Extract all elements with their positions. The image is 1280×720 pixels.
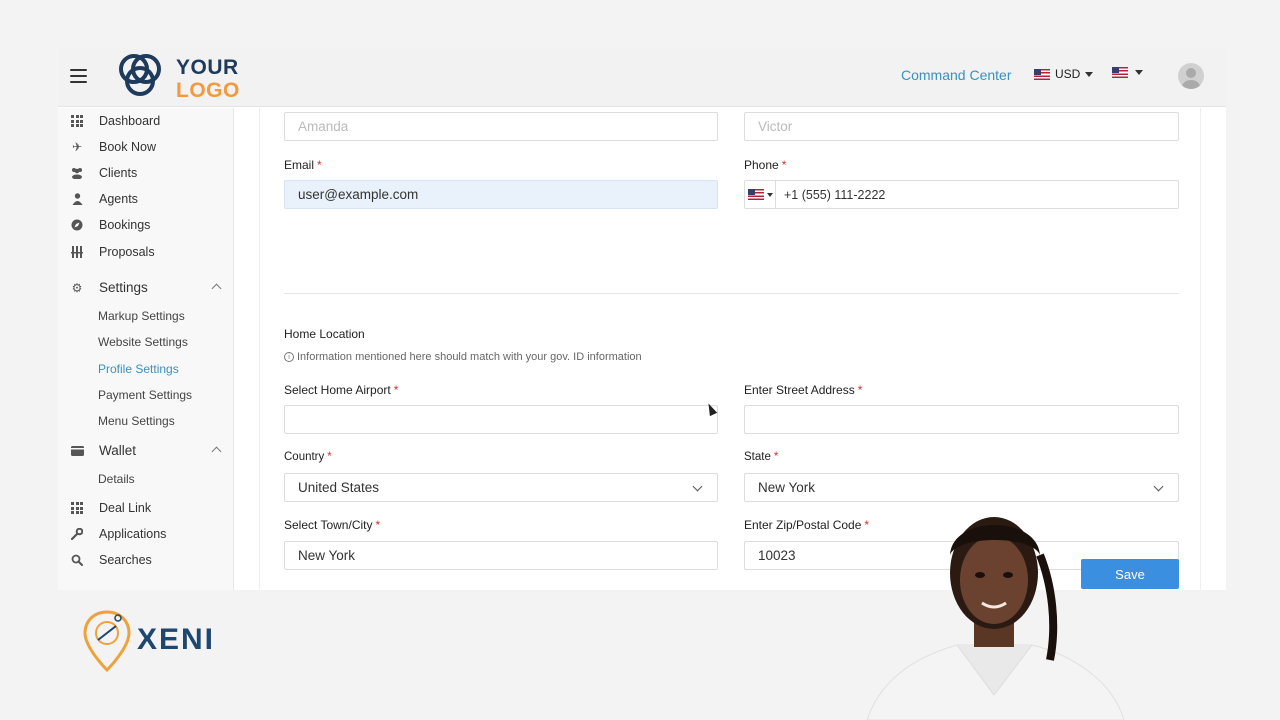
country-label: Country * — [284, 451, 332, 463]
sidebar-item-clients[interactable]: Clients — [70, 166, 137, 180]
sidebar-item-searches[interactable]: Searches — [70, 553, 152, 567]
last-name-field[interactable]: Victor — [744, 112, 1179, 141]
command-center-link[interactable]: Command Center — [901, 67, 1012, 83]
sidebar-item-label: Proposals — [99, 245, 155, 259]
sidebar-item-wallet[interactable]: Wallet — [70, 443, 222, 458]
sidebar-item-label: Wallet — [99, 443, 137, 458]
sidebar: Dashboard ✈ Book Now Clients Agents Book… — [58, 108, 234, 590]
chevron-up-icon — [211, 446, 222, 457]
sidebar-item-proposals[interactable]: Proposals — [70, 245, 155, 259]
sidebar-item-label: Applications — [99, 527, 167, 541]
chevron-up-icon — [211, 283, 222, 294]
street-address-input[interactable] — [744, 405, 1179, 434]
phone-label: Phone * — [744, 158, 787, 172]
state-value: New York — [758, 480, 816, 495]
state-label: State * — [744, 451, 779, 463]
country-select[interactable]: United States — [284, 473, 718, 502]
required-mark: * — [857, 383, 863, 397]
home-airport-input[interactable] — [284, 405, 718, 434]
chevron-down-icon — [1153, 481, 1164, 492]
sidebar-item-label: Book Now — [99, 140, 156, 154]
xeni-pin-icon — [83, 610, 131, 673]
logo-text-line1: YOUR — [176, 56, 239, 79]
divider — [284, 293, 1179, 294]
sidebar-subitem-markup-settings[interactable]: Markup Settings — [98, 309, 185, 323]
sidebar-subitem-menu-settings[interactable]: Menu Settings — [98, 414, 175, 428]
required-mark: * — [375, 518, 381, 532]
city-input[interactable]: New York — [284, 541, 718, 570]
sidebar-item-book-now[interactable]: ✈ Book Now — [70, 140, 156, 154]
sidebar-item-agents[interactable]: Agents — [70, 192, 138, 206]
user-icon — [70, 192, 84, 206]
gear-icon: ⚙ — [71, 280, 83, 295]
phone-country-selector[interactable] — [745, 181, 776, 208]
sidebar-subitem-website-settings[interactable]: Website Settings — [98, 335, 188, 349]
logo-text-line2: LOGO — [176, 79, 240, 102]
required-mark: * — [393, 383, 399, 397]
sidebar-item-applications[interactable]: Applications — [70, 527, 166, 541]
sidebar-item-dashboard[interactable]: Dashboard — [70, 114, 160, 128]
required-mark: * — [773, 451, 779, 463]
grid-icon — [70, 114, 84, 128]
sidebar-subitem-profile-settings[interactable]: Profile Settings — [98, 362, 179, 376]
country-value: United States — [298, 480, 380, 495]
currency-label: USD — [1055, 67, 1081, 81]
home-airport-label: Select Home Airport * — [284, 383, 399, 397]
us-flag-icon — [1034, 68, 1050, 80]
sidebar-subitem-payment-settings[interactable]: Payment Settings — [98, 388, 192, 402]
sidebar-item-label: Settings — [99, 280, 148, 295]
user-avatar[interactable] — [1178, 63, 1204, 89]
sidebar-item-label: Bookings — [99, 218, 151, 232]
compass-icon — [70, 218, 84, 232]
required-mark: * — [781, 158, 787, 172]
columns-icon — [70, 245, 84, 259]
plane-icon: ✈ — [71, 140, 83, 154]
sidebar-item-bookings[interactable]: Bookings — [70, 218, 150, 232]
sidebar-item-settings[interactable]: ⚙ Settings — [70, 280, 222, 295]
home-location-title: Home Location — [284, 327, 365, 341]
menu-icon[interactable] — [70, 69, 87, 83]
sidebar-subitem-details[interactable]: Details — [98, 472, 135, 486]
currency-selector[interactable]: USD — [1034, 67, 1094, 81]
presenter-video — [866, 517, 1125, 720]
info-note: i Information mentioned here should matc… — [284, 351, 642, 363]
first-name-field[interactable]: Amanda — [284, 112, 718, 141]
logo-rings-icon — [119, 54, 161, 96]
phone-value: +1 (555) 111-2222 — [784, 187, 886, 202]
info-icon: i — [284, 352, 294, 362]
sidebar-item-label: Clients — [99, 166, 138, 180]
sidebar-item-deal-link[interactable]: Deal Link — [70, 501, 151, 515]
us-flag-icon — [1112, 67, 1128, 78]
zip-label: Enter Zip/Postal Code * — [744, 518, 870, 532]
us-flag-icon — [747, 189, 764, 200]
city-label: Select Town/City * — [284, 518, 381, 532]
chevron-down-icon — [692, 481, 703, 492]
street-address-label: Enter Street Address * — [744, 383, 863, 397]
caret-down-icon — [766, 192, 773, 197]
company-logo[interactable]: YOUR LOGO — [114, 51, 244, 103]
sidebar-item-label: Searches — [99, 553, 152, 567]
wrench-icon — [70, 527, 84, 541]
caret-down-icon — [1085, 71, 1094, 77]
grid-icon — [70, 501, 84, 515]
top-bar: YOUR LOGO Command Center USD — [58, 47, 1226, 107]
language-selector[interactable] — [1112, 67, 1143, 78]
xeni-brand-name: XENI — [137, 623, 216, 656]
wallet-icon — [70, 444, 84, 458]
caret-down-icon — [1135, 70, 1143, 75]
sidebar-item-label: Agents — [99, 192, 138, 206]
sidebar-item-label: Deal Link — [99, 501, 152, 515]
email-field[interactable]: user@example.com — [284, 180, 718, 209]
required-mark: * — [317, 158, 322, 172]
email-label: Email * — [284, 158, 322, 172]
search-icon — [70, 553, 84, 567]
required-mark: * — [327, 451, 332, 463]
users-icon — [70, 166, 84, 180]
sidebar-item-label: Dashboard — [99, 114, 161, 128]
phone-field[interactable]: +1 (555) 111-2222 — [744, 180, 1179, 209]
